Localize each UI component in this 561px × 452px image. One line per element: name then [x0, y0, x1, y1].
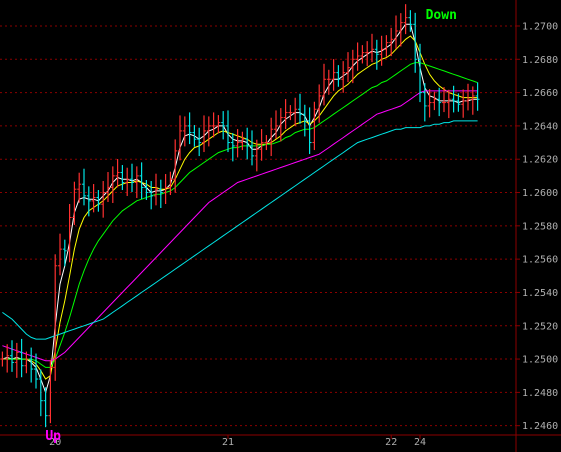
price-bar: [307, 107, 312, 155]
price-bar: [336, 65, 341, 87]
price-bar: [154, 173, 158, 206]
y-tick-label: 1.2700: [522, 21, 558, 32]
signal-label-up: Up: [45, 429, 61, 444]
price-bar: [446, 89, 451, 119]
price-bar: [221, 111, 226, 140]
price-bar: [413, 12, 418, 73]
price-bar: [120, 165, 125, 191]
price-bar: [355, 42, 360, 71]
moving-averages: [2, 23, 478, 395]
x-tick-label: 24: [414, 437, 426, 448]
y-axis: 1.2460 1.2480 1.2500 1.2520 1.2540 1.2560 1.25…: [515, 0, 558, 452]
signal-label-down: Down: [426, 8, 457, 23]
price-bar: [130, 163, 134, 193]
x-tick-label: 21: [222, 437, 234, 448]
price-bar: [125, 167, 130, 197]
price-bar: [360, 45, 365, 64]
y-tick-label: 1.2680: [522, 55, 558, 66]
y-tick-label: 1.2660: [522, 88, 558, 99]
price-bar: [19, 338, 24, 378]
price-bar: [346, 52, 350, 83]
price-bar: [326, 69, 331, 95]
price-bar: [43, 387, 48, 428]
price-bar: [288, 105, 293, 121]
price-bars: [0, 4, 480, 428]
price-bar: [384, 35, 389, 57]
ma-line-2: [2, 35, 478, 380]
price-bar: [182, 116, 187, 147]
price-bar: [245, 127, 250, 160]
price-bar: [451, 85, 456, 113]
price-bar: [14, 342, 19, 378]
price-bar: [302, 104, 307, 137]
price-bar: [10, 340, 14, 372]
price-bar: [82, 168, 86, 206]
price-bar: [139, 162, 144, 200]
y-tick-label: 1.2620: [522, 155, 558, 166]
price-bar: [206, 116, 211, 147]
price-bar: [62, 239, 67, 267]
y-tick-label: 1.2540: [522, 288, 558, 299]
price-bar: [379, 35, 384, 66]
y-tick-label: 1.2520: [522, 321, 558, 332]
price-bar: [211, 112, 216, 138]
price-bar: [187, 112, 192, 145]
price-bar: [0, 351, 5, 367]
price-bar: [216, 115, 221, 134]
price-bar: [331, 59, 336, 91]
x-tick-label: 22: [385, 437, 397, 448]
price-bar: [475, 82, 480, 111]
price-bar: [235, 129, 240, 158]
y-tick-label: 1.2580: [522, 221, 558, 232]
ma-line-5: [2, 120, 478, 340]
price-bar: [269, 117, 274, 157]
price-bar: [374, 39, 379, 70]
price-bar: [422, 83, 427, 122]
y-tick-label: 1.2500: [522, 355, 558, 366]
price-bar: [86, 186, 91, 217]
price-bar: [466, 83, 470, 111]
price-bar: [437, 87, 442, 117]
price-chart: 1.2460 1.2480 1.2500 1.2520 1.2540 1.2560 1.25…: [0, 0, 561, 452]
x-axis: 20 21 22 24: [0, 434, 561, 448]
price-bar: [29, 347, 34, 383]
y-tick-label: 1.2460: [522, 421, 558, 432]
price-bar: [394, 15, 398, 49]
y-tick-label: 1.2640: [522, 121, 558, 132]
price-bar: [403, 4, 408, 35]
y-tick-label: 1.2560: [522, 255, 558, 266]
price-bar: [115, 159, 120, 188]
price-bar: [432, 91, 437, 111]
price-bar: [293, 97, 298, 127]
price-bar: [58, 233, 62, 276]
ma-line-1: [2, 23, 478, 395]
price-bar: [461, 89, 466, 118]
price-bar: [264, 135, 269, 151]
y-tick-label: 1.2600: [522, 188, 558, 199]
price-bar: [134, 166, 139, 199]
price-bar: [283, 99, 288, 130]
y-tick-label: 1.2480: [522, 388, 558, 399]
price-bar: [173, 139, 178, 193]
price-bar: [370, 33, 374, 63]
price-bar: [298, 93, 302, 124]
price-bar: [197, 127, 202, 157]
